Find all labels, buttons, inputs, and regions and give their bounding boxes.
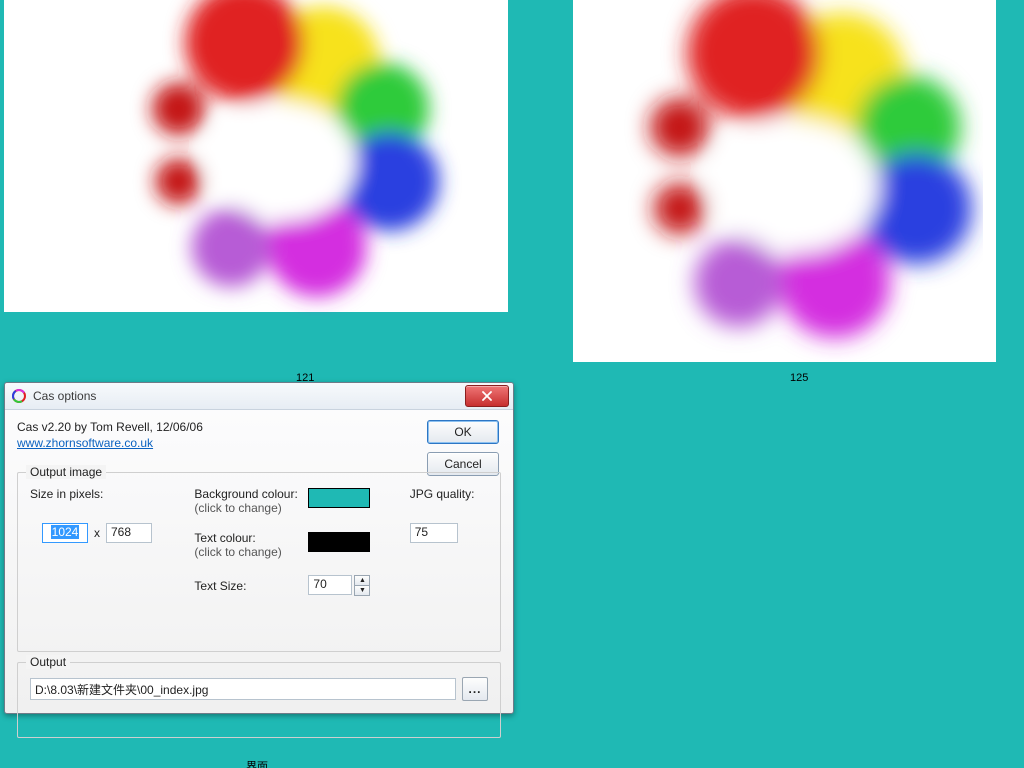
- output-path-value: D:\8.03\新建文件夹\00_index.jpg: [35, 681, 208, 698]
- bg-colour-swatch[interactable]: [308, 488, 370, 508]
- jpg-quality-label: JPG quality:: [410, 487, 488, 501]
- titlebar[interactable]: Cas options: [5, 383, 513, 410]
- text-size-spinner[interactable]: 70 ▲ ▼: [308, 575, 370, 596]
- close-button[interactable]: [465, 385, 509, 407]
- color-ring-icon: [613, 0, 983, 364]
- width-value: 1024: [51, 525, 80, 539]
- groupbox-output-image: Output image Size in pixels: 1024 x 768: [17, 472, 501, 652]
- width-input[interactable]: 1024: [42, 523, 88, 543]
- app-icon: [11, 388, 27, 404]
- browse-button[interactable]: ...: [462, 677, 488, 701]
- height-input[interactable]: 768: [106, 523, 152, 543]
- groupbox-output: Output D:\8.03\新建文件夹\00_index.jpg ...: [17, 662, 501, 738]
- spin-down-button[interactable]: ▼: [354, 585, 370, 596]
- jpg-quality-value: 75: [415, 525, 428, 539]
- cas-options-dialog: Cas options Cas v2.20 by Tom Revell, 12/…: [4, 382, 514, 714]
- output-path-input[interactable]: D:\8.03\新建文件夹\00_index.jpg: [30, 678, 456, 700]
- ok-button[interactable]: OK: [427, 420, 499, 444]
- bg-colour-hint: (click to change): [194, 501, 297, 515]
- color-ring-icon: [104, 0, 464, 320]
- text-size-value: 70: [313, 577, 326, 591]
- text-size-label: Text Size:: [194, 579, 298, 593]
- groupbox-output-image-legend: Output image: [26, 465, 106, 479]
- close-icon: [482, 391, 492, 401]
- text-size-input[interactable]: 70: [308, 575, 352, 595]
- thumbnail-label-bottom: 界面: [246, 758, 268, 768]
- dialog-title: Cas options: [33, 389, 96, 403]
- x-label: x: [94, 526, 100, 540]
- text-colour-label: Text colour:: [194, 531, 298, 545]
- jpg-quality-input[interactable]: 75: [410, 523, 458, 543]
- website-link[interactable]: www.zhornsoftware.co.uk: [17, 436, 153, 450]
- text-colour-swatch[interactable]: [308, 532, 370, 552]
- browse-label: ...: [468, 682, 481, 696]
- groupbox-output-legend: Output: [26, 655, 70, 669]
- thumbnail-panel-121: [4, 0, 508, 312]
- text-colour-hint: (click to change): [194, 545, 298, 559]
- spin-up-button[interactable]: ▲: [354, 575, 370, 585]
- size-label: Size in pixels:: [30, 487, 194, 501]
- thumbnail-panel-125: [573, 0, 996, 362]
- bg-colour-label: Background colour:: [194, 487, 297, 501]
- height-value: 768: [111, 525, 131, 539]
- thumbnail-label-125: 125: [790, 372, 808, 384]
